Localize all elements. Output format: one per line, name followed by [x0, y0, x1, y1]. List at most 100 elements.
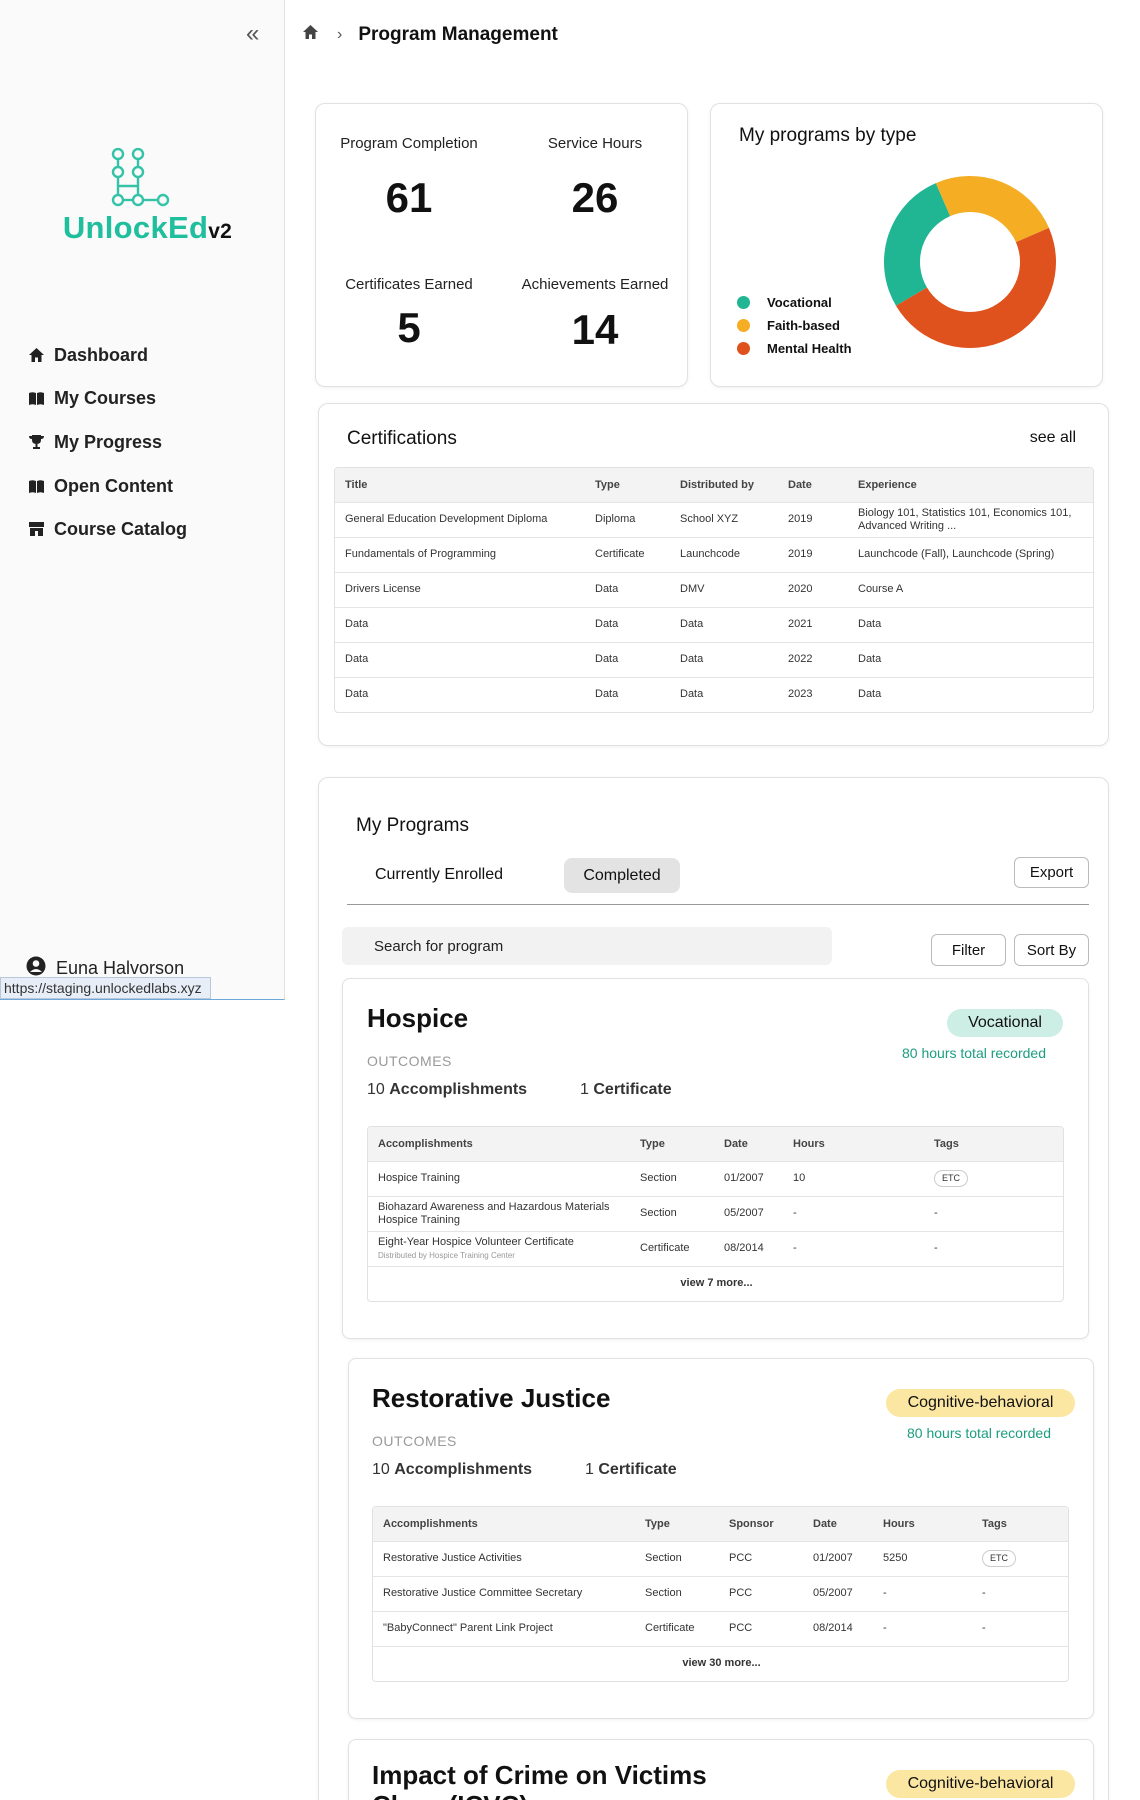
table-row[interactable]: Restorative Justice Committee Secretary S… — [373, 1575, 1068, 1611]
donut-chart — [884, 175, 1056, 348]
table-row[interactable]: Biohazard Awareness and Hazardous Materi… — [368, 1195, 1063, 1231]
column-header: Tags — [924, 1127, 1063, 1161]
my-programs-title: My Programs — [356, 815, 469, 836]
page-title: Program Management — [358, 24, 558, 45]
outcomes-label: OUTCOMES — [367, 1053, 452, 1069]
achievements-earned-label: Achievements Earned — [521, 276, 669, 293]
table-header: Accomplishments Type Date Hours Tags — [368, 1127, 1063, 1161]
sidebar-item-label: Course Catalog — [54, 518, 188, 539]
sidebar: « UnlockEdv2 Dashboard My Courses My Pro… — [0, 0, 285, 1000]
tabs-divider — [347, 904, 1089, 905]
collapse-sidebar-icon[interactable]: « — [246, 22, 259, 46]
accomplishments-count: 10 Accomplishments — [367, 1081, 528, 1098]
column-header: Date — [778, 468, 848, 502]
row-subtitle: Distributed by Hospice Training Center — [378, 1250, 515, 1260]
program-hours: 80 hours total recorded — [902, 1045, 1046, 1061]
restorative-justice-accomplishments-table: Accomplishments Type Sponsor Date Hours … — [372, 1506, 1069, 1682]
accomplishments-count: 10 Accomplishments — [372, 1461, 533, 1478]
table-row[interactable]: Fundamentals of Programming Certificate La… — [335, 536, 1093, 572]
see-all-link[interactable]: see all — [1030, 429, 1076, 447]
achievements-earned-value: 14 — [571, 306, 619, 353]
view-more-link[interactable]: view 7 more... — [368, 1265, 1063, 1301]
certificate-count: 1 Certificate — [585, 1461, 677, 1478]
column-header: Distributed by — [670, 468, 778, 502]
legend-item-vocational: Vocational — [737, 295, 832, 310]
certificate-count: 1 Certificate — [580, 1081, 672, 1098]
sidebar-item-label: My Progress — [54, 431, 163, 452]
programs-by-type-title: My programs by type — [739, 125, 917, 146]
program-type-badge: Cognitive-behavioral — [886, 1770, 1075, 1798]
tag-badge: ETC — [934, 1170, 968, 1187]
sort-by-button[interactable]: Sort By — [1014, 934, 1089, 966]
column-header: Hours — [783, 1127, 924, 1161]
tag-badge: ETC — [982, 1550, 1016, 1567]
sidebar-item-open-content[interactable]: Open Content — [26, 471, 173, 501]
table-header: Title Type Distributed by Date Experienc… — [335, 468, 1093, 502]
table-row[interactable]: Restorative Justice Activities Section PCC… — [373, 1540, 1068, 1576]
sidebar-item-course-catalog[interactable]: Course Catalog — [26, 514, 187, 544]
column-header: Type — [635, 1507, 719, 1541]
certifications-table: Title Type Distributed by Date Experienc… — [334, 467, 1094, 713]
stats-card: Program Completion 61 Service Hours 26 C… — [315, 103, 688, 387]
column-header: Type — [585, 468, 670, 502]
donut-slice-vocational[interactable] — [884, 183, 951, 306]
view-more-link[interactable]: view 30 more... — [373, 1645, 1068, 1681]
program-hours: 80 hours total recorded — [907, 1425, 1051, 1441]
view-more-row[interactable]: view 7 more... — [368, 1265, 1063, 1301]
sidebar-item-label: Dashboard — [54, 344, 149, 365]
column-header: Type — [630, 1127, 714, 1161]
program-completion-label: Program Completion — [340, 135, 478, 152]
legend-dot — [737, 319, 750, 332]
logo-text: UnlockEdv2 — [62, 210, 233, 245]
export-button[interactable]: Export — [1014, 857, 1089, 888]
legend-dot — [737, 342, 750, 355]
view-more-row[interactable]: view 30 more... — [373, 1645, 1068, 1681]
program-type-badge: Cognitive-behavioral — [886, 1389, 1075, 1417]
column-header: Accomplishments — [368, 1127, 630, 1161]
column-header: Hours — [873, 1507, 972, 1541]
outcomes-label: OUTCOMES — [372, 1433, 457, 1449]
table-row[interactable]: Drivers License Data DMV 2020 Course A — [335, 571, 1093, 607]
certifications-title: Certifications — [347, 428, 457, 449]
url-tooltip: https://staging.unlockedlabs.xyz — [0, 977, 211, 999]
table-row[interactable]: Data Data Data 2023 Data — [335, 676, 1093, 712]
breadcrumb: › Program Management — [302, 24, 558, 46]
table-row[interactable]: "BabyConnect" Parent Link Project Certifi… — [373, 1610, 1068, 1646]
donut-slice-faith-based[interactable] — [935, 175, 1049, 243]
store-icon — [26, 521, 46, 537]
sidebar-item-label: My Courses — [54, 387, 157, 408]
book-icon — [26, 391, 46, 406]
table-row[interactable]: Eight-Year Hospice Volunteer Certificate… — [368, 1230, 1063, 1266]
sidebar-item-label: Open Content — [54, 475, 173, 496]
column-header: Title — [335, 468, 585, 502]
program-title: Impact of Crime on Victims Class (ICVC) — [372, 1760, 707, 1800]
table-row[interactable]: Hospice Training Section 01/2007 10 ETC — [368, 1160, 1063, 1196]
program-title: Restorative Justice — [372, 1383, 611, 1413]
sidebar-item-my-progress[interactable]: My Progress — [26, 427, 162, 457]
program-title: Hospice — [367, 1003, 469, 1033]
user-name: Euna Halvorson — [56, 958, 185, 978]
certificates-earned-value: 5 — [397, 304, 421, 351]
sidebar-item-my-courses[interactable]: My Courses — [26, 383, 156, 413]
table-row[interactable]: General Education Development Diploma Dip… — [335, 501, 1093, 537]
legend-item-mental-health: Mental Health — [737, 341, 852, 356]
chevron-right-icon: › — [337, 26, 343, 43]
hospice-accomplishments-table: Accomplishments Type Date Hours Tags Hos… — [367, 1126, 1064, 1302]
column-header: Experience — [848, 468, 1093, 502]
home-icon — [26, 347, 46, 363]
trophy-icon — [26, 434, 46, 450]
logo-icon — [108, 147, 172, 213]
program-type-badge: Vocational — [947, 1009, 1063, 1037]
filter-button[interactable]: Filter — [931, 934, 1006, 966]
tab-completed[interactable]: Completed — [564, 858, 680, 893]
table-header: Accomplishments Type Sponsor Date Hours … — [373, 1507, 1068, 1541]
search-input[interactable] — [342, 927, 832, 965]
column-header: Sponsor — [719, 1507, 803, 1541]
sidebar-item-dashboard[interactable]: Dashboard — [26, 340, 148, 370]
table-row[interactable]: Data Data Data 2022 Data — [335, 641, 1093, 677]
home-icon[interactable] — [302, 24, 319, 46]
tab-currently-enrolled[interactable]: Currently Enrolled — [362, 858, 516, 892]
table-row[interactable]: Data Data Data 2021 Data — [335, 606, 1093, 642]
legend-dot — [737, 296, 750, 309]
column-header: Tags — [972, 1507, 1068, 1541]
